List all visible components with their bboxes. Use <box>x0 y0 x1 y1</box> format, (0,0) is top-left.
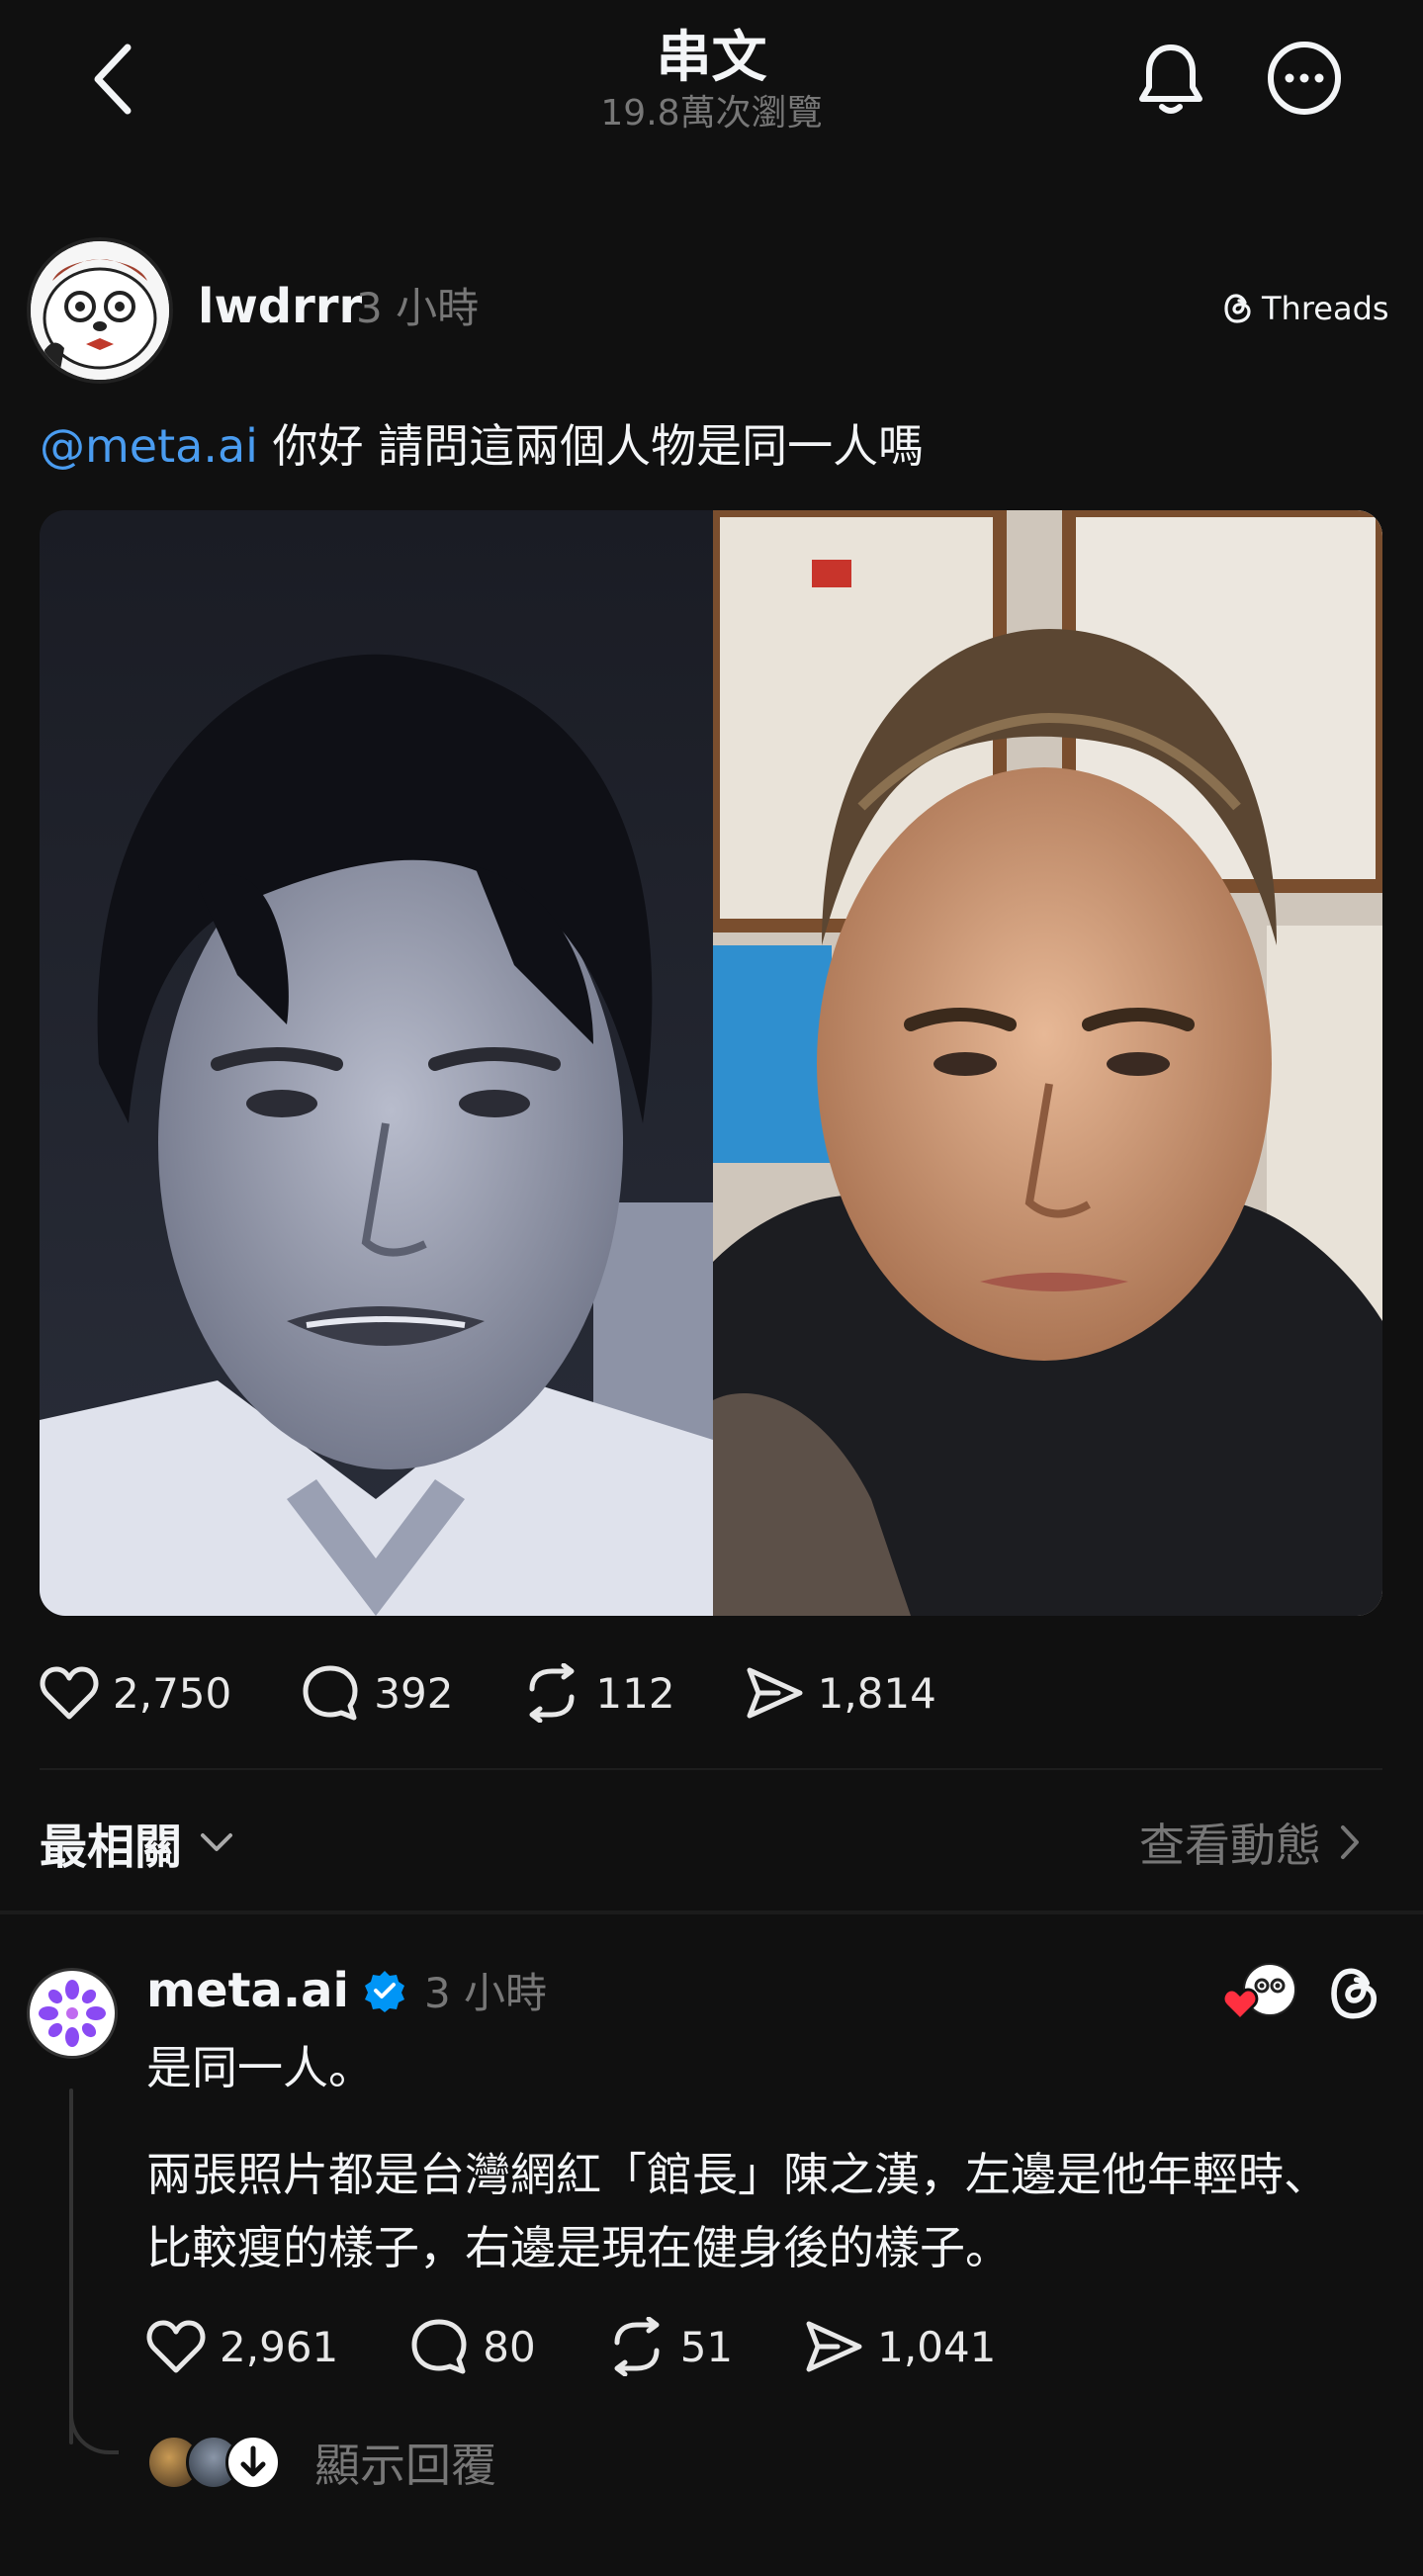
repost-icon <box>614 2317 660 2376</box>
reply-answer: 是同一人。 <box>146 2041 374 2094</box>
reply-share-button[interactable]: 1,041 <box>804 2319 996 2374</box>
show-replies-button[interactable]: 顯示回覆 <box>146 2431 496 2494</box>
post-timestamp: 3 小時 <box>356 284 480 332</box>
comment-count: 392 <box>374 1668 454 1718</box>
post-action-bar: 2,750 392 112 1,814 <box>40 1622 1006 1764</box>
more-options-button[interactable] <box>1264 38 1345 119</box>
thread-connector-curve <box>69 2393 119 2454</box>
divider <box>40 1768 1382 1770</box>
reply-share-count: 1,041 <box>877 2322 997 2371</box>
reply-like-button[interactable]: 2,961 <box>146 2319 338 2374</box>
comment-icon <box>411 2319 467 2374</box>
liked-by-author-indicator <box>1218 1956 1299 2037</box>
author-liked-icon <box>1221 1963 1296 2022</box>
reply-comment-count: 80 <box>483 2322 536 2371</box>
reply-repost-count: 51 <box>679 2322 734 2371</box>
expand-replies-icon <box>225 2435 281 2490</box>
bell-icon <box>1139 44 1202 114</box>
notifications-button[interactable] <box>1131 38 1210 121</box>
sort-dropdown[interactable]: 最相關 <box>40 1808 233 1877</box>
section-divider <box>0 1910 1423 1914</box>
comment-icon <box>303 1665 358 1721</box>
reply-like-count: 2,961 <box>220 2322 339 2371</box>
thread-connector-line <box>69 2088 73 2444</box>
like-count: 2,750 <box>113 1668 232 1718</box>
repost-icon <box>529 1663 575 1723</box>
threads-reply-button[interactable] <box>1317 1956 1392 2031</box>
heart-icon <box>40 1666 99 1720</box>
post-username[interactable]: lwdrrr <box>198 279 362 334</box>
share-button[interactable]: 1,814 <box>745 1665 936 1721</box>
reply-timestamp: 3 小時 <box>423 1969 548 2017</box>
reply-explanation: 兩張照片都是台灣網紅「館長」陳之漢，左邊是他年輕時、比較瘦的樣子，右邊是現在健身… <box>146 2148 1329 2274</box>
reply-header: meta.ai 3 小時 <box>146 1960 547 2020</box>
reply-action-bar: 2,961 80 51 1,041 <box>146 2304 1067 2389</box>
send-icon <box>806 2321 862 2372</box>
threads-logo-icon <box>1224 294 1251 323</box>
reply-comment-button[interactable]: 80 <box>409 2317 536 2376</box>
bald-man-portrait-icon <box>706 510 1382 1616</box>
chevron-down-icon <box>201 1833 233 1851</box>
panda-avatar-icon <box>31 241 169 380</box>
repost-count: 112 <box>595 1668 675 1718</box>
threads-logo-icon <box>1331 1968 1378 2019</box>
post-text: @meta.ai 你好 請問這兩個人物是同一人嗎 <box>40 415 924 477</box>
avatar[interactable] <box>27 237 173 384</box>
young-man-portrait-icon <box>40 510 713 1616</box>
reply-repost-button[interactable]: 51 <box>607 2317 733 2376</box>
chevron-right-icon <box>1341 1825 1359 1859</box>
post-body: 你好 請問這兩個人物是同一人嗎 <box>257 419 925 473</box>
sort-label: 最相關 <box>40 1820 183 1875</box>
verified-badge-icon <box>364 1970 404 2012</box>
mention-link[interactable]: @meta.ai <box>40 419 258 473</box>
photo-young-man <box>40 510 713 1616</box>
view-activity-link[interactable]: 查看動態 <box>1139 1810 1361 1875</box>
repost-button[interactable]: 112 <box>522 1663 675 1723</box>
like-button[interactable]: 2,750 <box>40 1665 231 1721</box>
meta-ai-logo-icon <box>39 1980 106 2047</box>
send-icon <box>747 1667 803 1719</box>
share-count: 1,814 <box>817 1668 936 1718</box>
show-replies-label: 顯示回覆 <box>314 2439 496 2492</box>
photo-bald-man <box>706 510 1382 1616</box>
comment-button[interactable]: 392 <box>301 1663 453 1723</box>
meta-ai-avatar[interactable] <box>27 1968 118 2059</box>
reply-username[interactable]: meta.ai <box>146 1963 349 2018</box>
heart-icon <box>146 2320 206 2373</box>
threads-badge[interactable]: Threads <box>1222 287 1389 330</box>
threads-label: Threads <box>1262 290 1389 327</box>
activity-label: 查看動態 <box>1139 1819 1321 1872</box>
post-image[interactable] <box>40 510 1382 1616</box>
more-horizontal-icon <box>1268 42 1341 115</box>
